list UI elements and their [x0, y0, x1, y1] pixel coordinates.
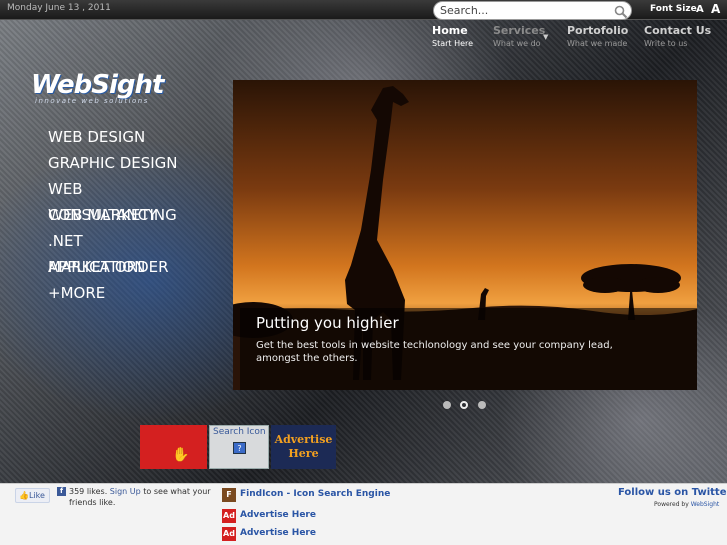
- search-icon[interactable]: [614, 5, 628, 19]
- ad-icon: Ad: [222, 509, 236, 523]
- search-box[interactable]: [433, 1, 632, 20]
- ad-icon: Ad: [222, 527, 236, 541]
- powered-prefix: Powered by: [654, 501, 689, 508]
- menu-item-graphic-design[interactable]: GRAPHIC DESIGN: [48, 154, 178, 172]
- hand-icon: ✋: [172, 447, 190, 463]
- slider-dot-1[interactable]: [443, 401, 451, 409]
- nav-item-title: Contact Us: [644, 24, 712, 37]
- powered-link[interactable]: WebSight: [691, 501, 720, 508]
- ad-tile-search-icon[interactable]: Search Icon ?: [209, 425, 269, 469]
- nav-item-services[interactable]: Services What we do ▼: [493, 24, 549, 48]
- nav-item-subtitle: What we do: [493, 39, 541, 48]
- tile-label: Search Icon: [213, 427, 266, 437]
- menu-item-dotnet[interactable]: .NET: [48, 232, 83, 250]
- ad-tile-red[interactable]: ✋: [140, 425, 207, 469]
- advertise-line-1: Advertise: [274, 433, 333, 446]
- menu-item-market-order[interactable]: MARKET ORDER: [48, 258, 169, 276]
- like-label: Like: [28, 491, 45, 500]
- slider-dot-3[interactable]: [478, 401, 486, 409]
- sponsor-text: Advertise Here: [240, 510, 316, 520]
- facebook-icon: f: [57, 487, 66, 496]
- thumbs-up-icon: 👍: [19, 491, 29, 500]
- nav-item-portofolio[interactable]: Portofolio What we made: [567, 24, 628, 48]
- advertise-line-2: Here: [288, 447, 319, 460]
- like-count: 359 likes.: [69, 487, 108, 496]
- sponsor-text: Advertise Here: [240, 528, 316, 538]
- menu-item-web-marketing[interactable]: WEB MARKETING: [48, 206, 177, 224]
- nav-item-home[interactable]: Home Start Here: [432, 24, 473, 48]
- font-increase-button[interactable]: A: [711, 2, 720, 16]
- chevron-down-icon: ▼: [543, 33, 549, 41]
- font-decrease-button[interactable]: A: [696, 4, 704, 15]
- font-size-label: Font Size: [650, 4, 697, 14]
- current-date: Monday June 13 , 2011: [7, 3, 111, 13]
- logo-name: WebSight: [31, 70, 164, 100]
- nav-item-title: Home: [432, 24, 468, 37]
- signup-link[interactable]: Sign Up: [110, 487, 141, 496]
- advertise-text: Advertise Here: [271, 433, 336, 461]
- logo-tagline: innovate web solutions: [35, 97, 149, 105]
- facebook-like-text: 359 likes. Sign Up to see what your frie…: [69, 486, 214, 508]
- ad-tile-advertise[interactable]: Advertise Here: [271, 425, 336, 469]
- footer: 👍Like f 359 likes. Sign Up to see what y…: [0, 483, 727, 545]
- nav-item-contact[interactable]: Contact Us Write to us: [644, 24, 711, 48]
- twitter-follow-link[interactable]: Follow us on Twitter: [618, 487, 727, 498]
- question-icon: ?: [233, 442, 246, 454]
- slide-caption: Putting you highier Get the best tools i…: [240, 308, 697, 390]
- menu-item-more[interactable]: +MORE: [48, 284, 105, 302]
- nav-item-subtitle: Write to us: [644, 39, 688, 48]
- slide-description: Get the best tools in website techlonolo…: [256, 340, 613, 364]
- menu-item-web-design[interactable]: WEB DESIGN: [48, 128, 145, 146]
- powered-by: Powered by WebSight: [654, 501, 719, 508]
- facebook-like-button[interactable]: 👍Like: [15, 488, 50, 503]
- nav-item-subtitle: Start Here: [432, 39, 474, 48]
- sponsor-text: FindIcon - Icon Search Engine: [240, 489, 391, 499]
- top-bar: Monday June 13 , 2011 Font Size A A: [0, 0, 727, 20]
- nav-item-title: Services: [493, 24, 546, 37]
- slider-dot-2[interactable]: [460, 401, 468, 409]
- findicon-icon: F: [222, 488, 236, 502]
- slide-title: Putting you highier: [256, 314, 399, 332]
- nav-item-title: Portofolio: [567, 24, 629, 37]
- site-logo[interactable]: WebSight innovate web solutions: [31, 70, 164, 112]
- menu-item-web[interactable]: WEB: [48, 180, 83, 198]
- search-input[interactable]: [440, 3, 610, 18]
- image-slider[interactable]: Putting you highier Get the best tools i…: [233, 80, 697, 390]
- nav-item-subtitle: What we made: [567, 39, 628, 48]
